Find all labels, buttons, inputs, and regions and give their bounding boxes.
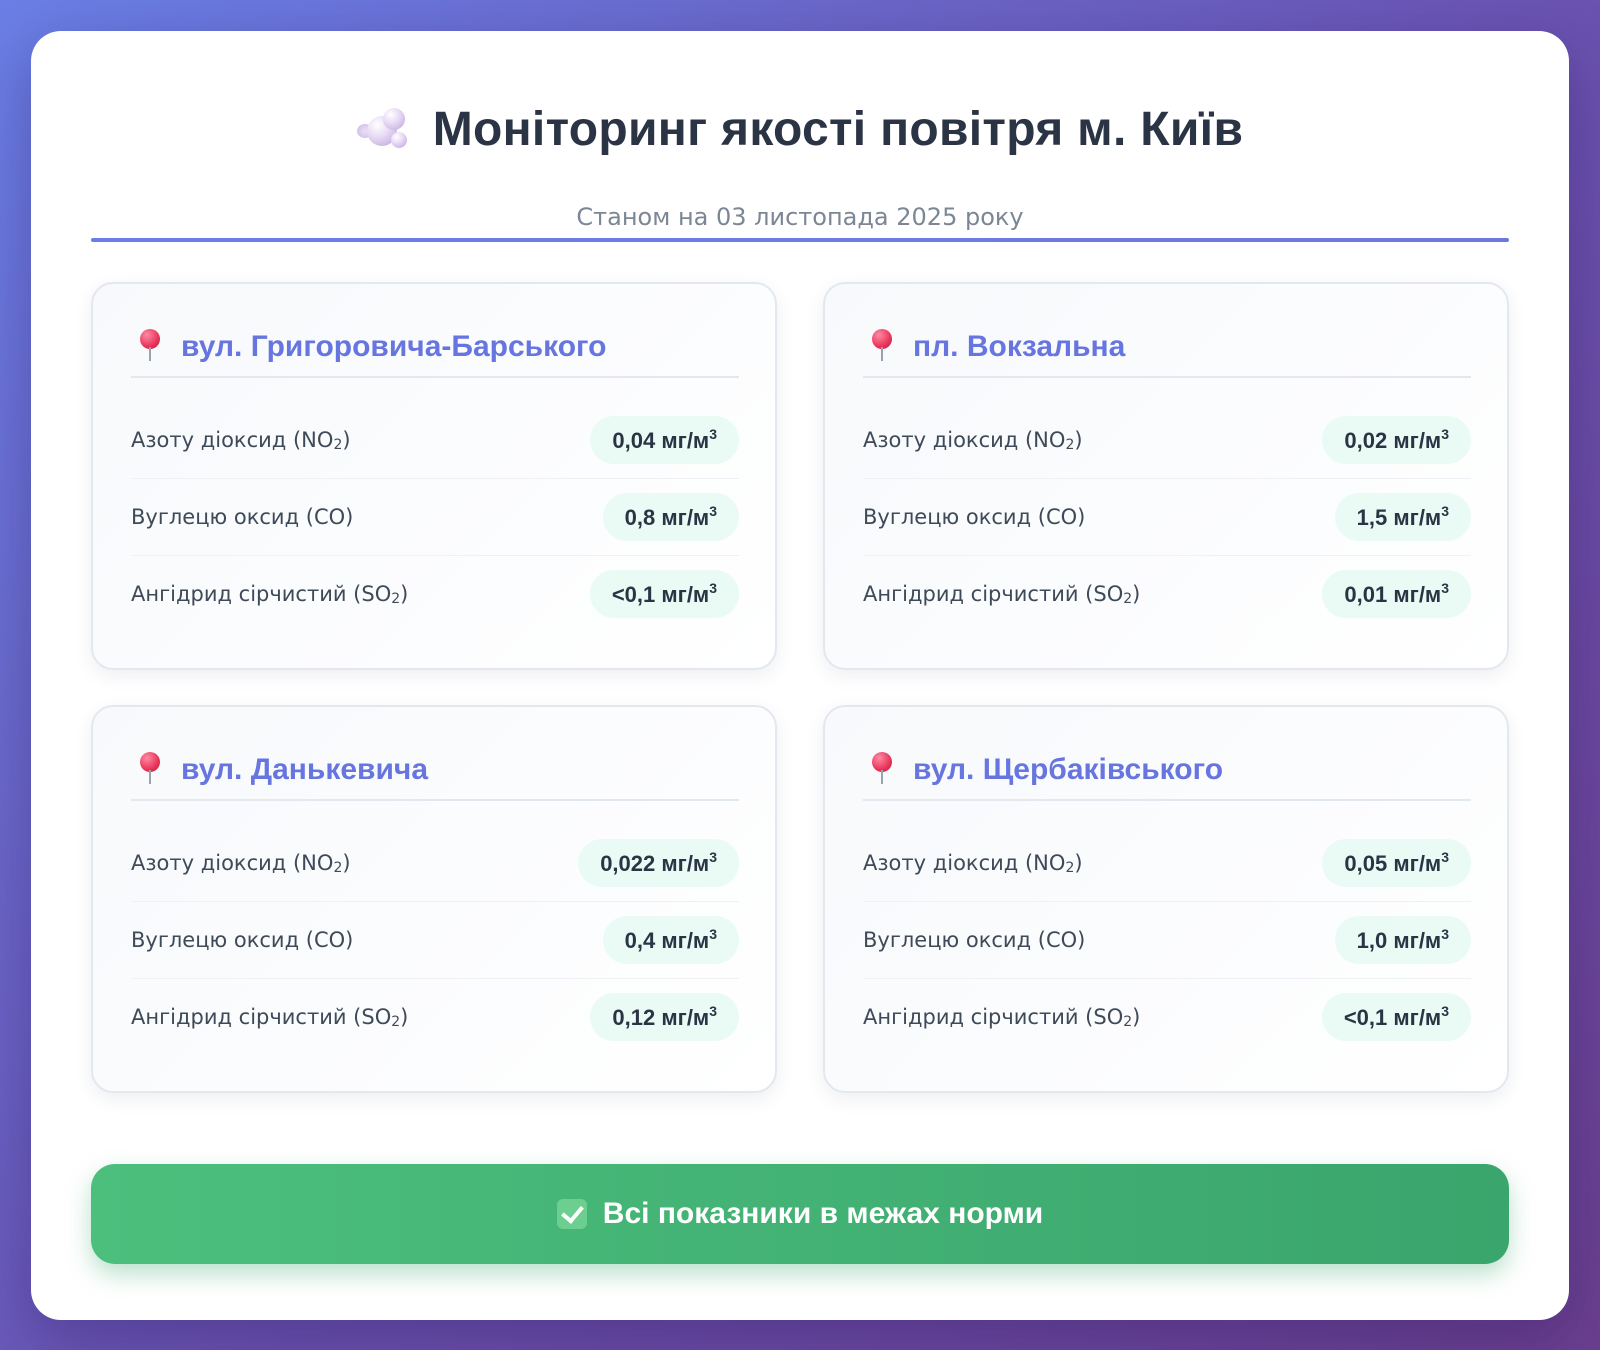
station-card: вул. Данькевича Азоту діоксид (NO2) 0,02…	[91, 705, 777, 1093]
reading-value: 0,04 мг/м3	[590, 416, 739, 464]
title-row: Моніторинг якості повітря м. Київ	[91, 99, 1509, 159]
reading-label: Ангідрид сірчистий (SO2)	[863, 581, 1141, 607]
reading-row: Вуглецю оксид (CO) 0,4 мг/м3	[131, 902, 739, 979]
status-banner: Всі показники в межах норми	[91, 1164, 1509, 1264]
reading-label: Ангідрид сірчистий (SO2)	[131, 1004, 409, 1030]
header: Моніторинг якості повітря м. Київ Станом…	[91, 31, 1509, 241]
station-name: вул. Григоровича-Барського	[181, 330, 607, 363]
reading-row: Ангідрид сірчистий (SO2) <0,1 мг/м3	[863, 979, 1471, 1055]
reading-label: Вуглецю оксид (CO)	[131, 504, 354, 529]
status-text: Всі показники в межах норми	[602, 1197, 1044, 1230]
reading-row: Вуглецю оксид (CO) 0,8 мг/м3	[131, 479, 739, 556]
reading-value: <0,1 мг/м3	[1321, 993, 1471, 1041]
check-icon	[556, 1199, 587, 1229]
station-card-header: вул. Григоровича-Барського	[131, 326, 739, 378]
header-divider	[91, 238, 1509, 242]
reading-label: Азоту діоксид (NO2)	[863, 850, 1083, 876]
reading-row: Азоту діоксид (NO2) 0,022 мг/м3	[131, 825, 739, 902]
cloud-icon	[356, 102, 411, 156]
station-card: вул. Григоровича-Барського Азоту діоксид…	[91, 282, 777, 670]
page-subtitle: Станом на 03 листопада 2025 року	[576, 203, 1024, 231]
reading-label: Вуглецю оксид (CO)	[863, 927, 1086, 952]
reading-label: Ангідрид сірчистий (SO2)	[131, 581, 409, 607]
pin-icon	[869, 752, 895, 786]
reading-row: Азоту діоксид (NO2) 0,05 мг/м3	[863, 825, 1471, 902]
station-card-header: вул. Данькевича	[131, 749, 739, 801]
reading-row: Ангідрид сірчистий (SO2) 0,12 мг/м3	[131, 979, 739, 1055]
station-name: пл. Вокзальна	[913, 330, 1126, 363]
station-card-header: вул. Щербаківського	[863, 749, 1471, 801]
reading-label: Вуглецю оксид (CO)	[131, 927, 354, 952]
pin-icon	[869, 329, 895, 363]
reading-row: Вуглецю оксид (CO) 1,0 мг/м3	[863, 902, 1471, 979]
station-card: вул. Щербаківського Азоту діоксид (NO2) …	[823, 705, 1509, 1093]
station-card-header: пл. Вокзальна	[863, 326, 1471, 378]
pin-icon	[137, 752, 163, 786]
main-panel: Моніторинг якості повітря м. Київ Станом…	[31, 31, 1569, 1320]
reading-row: Азоту діоксид (NO2) 0,04 мг/м3	[131, 402, 739, 479]
reading-label: Ангідрид сірчистий (SO2)	[863, 1004, 1141, 1030]
reading-row: Вуглецю оксид (CO) 1,5 мг/м3	[863, 479, 1471, 556]
station-name: вул. Щербаківського	[913, 753, 1224, 786]
reading-value: 0,8 мг/м3	[602, 493, 739, 541]
reading-label: Азоту діоксид (NO2)	[131, 427, 351, 453]
reading-row: Азоту діоксид (NO2) 0,02 мг/м3	[863, 402, 1471, 479]
pin-icon	[137, 329, 163, 363]
station-card: пл. Вокзальна Азоту діоксид (NO2) 0,02 м…	[823, 282, 1509, 670]
station-name: вул. Данькевича	[181, 753, 429, 786]
reading-value: 0,12 мг/м3	[590, 993, 739, 1041]
reading-value: 0,02 мг/м3	[1322, 416, 1471, 464]
reading-value: 1,0 мг/м3	[1334, 916, 1471, 964]
reading-label: Азоту діоксид (NO2)	[131, 850, 351, 876]
reading-value: <0,1 мг/м3	[589, 570, 739, 618]
reading-label: Вуглецю оксид (CO)	[863, 504, 1086, 529]
reading-row: Ангідрид сірчистий (SO2) <0,1 мг/м3	[131, 556, 739, 632]
reading-label: Азоту діоксид (NO2)	[863, 427, 1083, 453]
page-title: Моніторинг якості повітря м. Київ	[432, 102, 1244, 156]
reading-value: 0,022 мг/м3	[578, 839, 739, 887]
reading-value: 0,05 мг/м3	[1322, 839, 1471, 887]
reading-value: 1,5 мг/м3	[1334, 493, 1471, 541]
reading-value: 0,01 мг/м3	[1322, 570, 1471, 618]
reading-value: 0,4 мг/м3	[602, 916, 739, 964]
reading-row: Ангідрид сірчистий (SO2) 0,01 мг/м3	[863, 556, 1471, 632]
